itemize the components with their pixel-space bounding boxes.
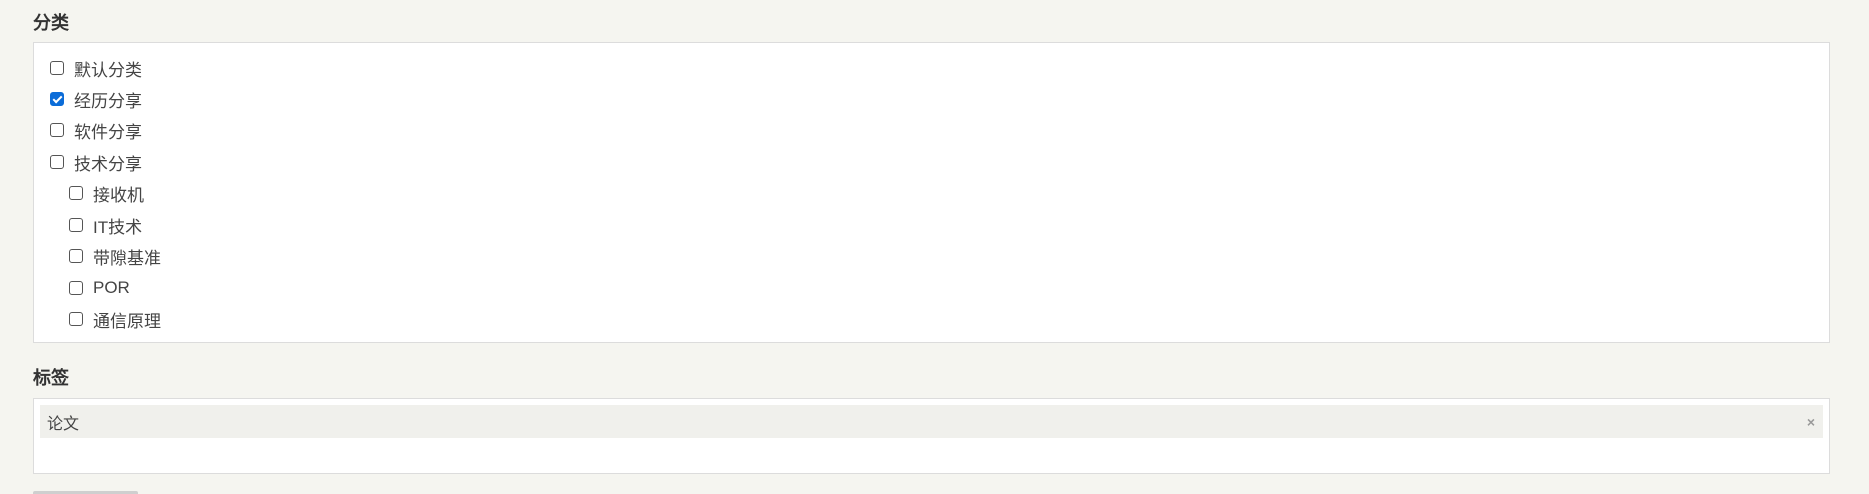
category-label: 接收机 (93, 185, 144, 205)
category-item-software[interactable]: 软件分享 (50, 118, 142, 142)
category-item-por[interactable]: POR (69, 276, 130, 300)
category-label: 带隙基准 (93, 248, 161, 268)
category-label: 默认分类 (74, 60, 142, 80)
category-checkbox[interactable] (69, 312, 83, 326)
category-checkbox[interactable] (69, 249, 83, 263)
tag-chip: 论文 × (40, 405, 1823, 438)
category-label: 通信原理 (93, 311, 161, 331)
category-label: 软件分享 (74, 122, 142, 142)
category-item-comm[interactable]: 通信原理 (69, 307, 161, 331)
category-item-receiver[interactable]: 接收机 (69, 181, 144, 205)
category-label: IT技术 (93, 217, 143, 237)
tags-title: 标签 (33, 368, 69, 388)
category-label: 技术分享 (74, 154, 142, 174)
category-checkbox[interactable] (69, 186, 83, 200)
tags-input[interactable]: 论文 × (33, 398, 1830, 474)
category-checkbox[interactable] (69, 281, 83, 295)
category-checkbox[interactable] (50, 61, 64, 75)
category-item-bandgap[interactable]: 带隙基准 (69, 244, 161, 268)
remove-tag-icon[interactable]: × (1807, 414, 1815, 430)
tag-label: 论文 (47, 415, 80, 433)
category-label: 经历分享 (74, 91, 142, 111)
category-checkbox[interactable] (69, 218, 83, 232)
category-checkbox[interactable] (50, 123, 64, 137)
categories-title: 分类 (33, 13, 69, 33)
category-item-it[interactable]: IT技术 (69, 213, 142, 237)
categories-list: 默认分类 经历分享 软件分享 技术分享 接收机 IT技术 带隙基准 POR 通信… (33, 42, 1830, 343)
category-item-tech[interactable]: 技术分享 (50, 150, 142, 174)
category-item-default[interactable]: 默认分类 (50, 56, 142, 80)
category-item-experience[interactable]: 经历分享 (50, 87, 142, 111)
category-checkbox[interactable] (50, 92, 64, 106)
category-checkbox[interactable] (50, 155, 64, 169)
category-label: POR (93, 278, 130, 297)
